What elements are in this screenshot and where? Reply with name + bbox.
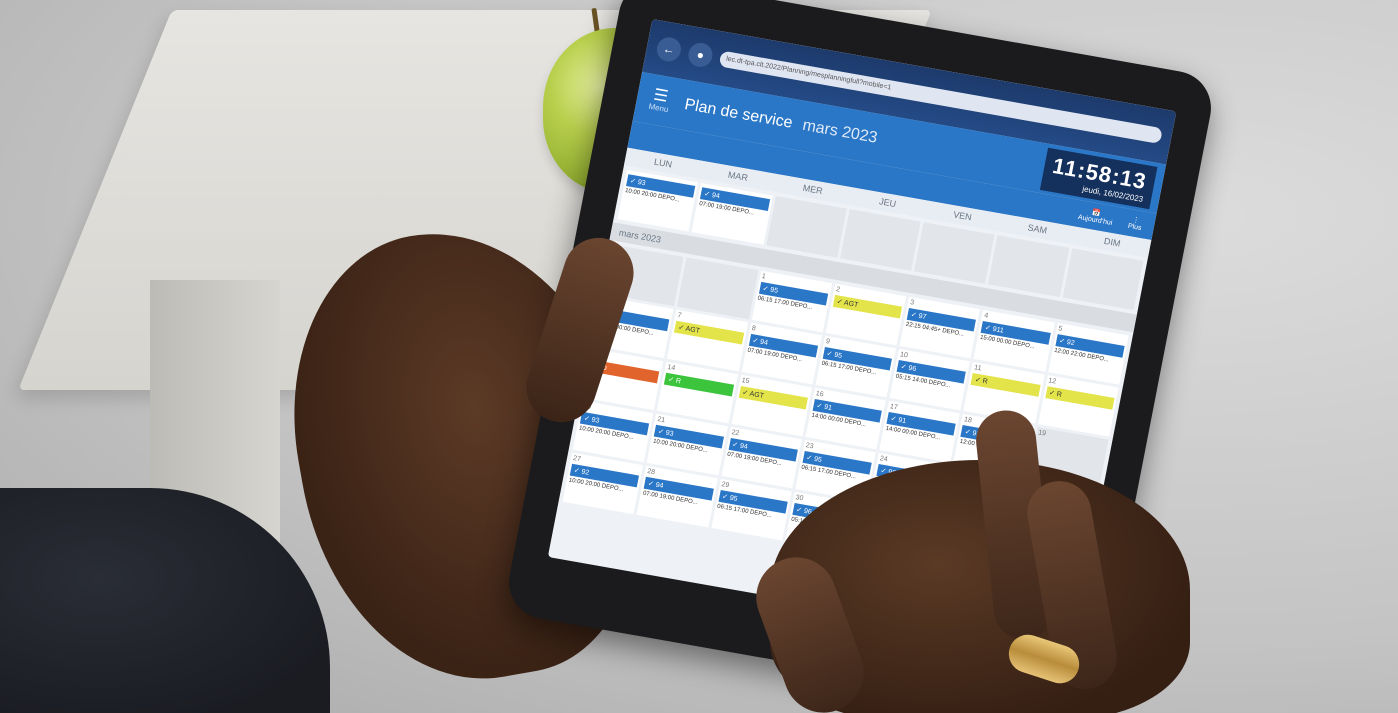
calendar-day[interactable]: ✓ 93 10:00 20:00 DEPO... [617, 169, 699, 232]
calendar-day[interactable]: 9 ✓ 95 06:15 17:00 DEPO... [815, 335, 897, 398]
more-label: Plus [1127, 222, 1143, 233]
calendar-day[interactable]: 17 ✓ 91 14:00 00:00 DEPO... [879, 400, 961, 463]
calendar-day[interactable]: 29 ✓ 95 06:15 17:00 DEPO... [710, 478, 792, 541]
calendar-day[interactable]: 10 ✓ 96 05:15 14:00 DEPO... [889, 348, 971, 411]
calendar-day[interactable]: 15 ✓ AGT [731, 374, 812, 437]
calendar-day[interactable]: 3 ✓ 97 22:15 04:45+ DEPO... [899, 296, 981, 359]
calendar-day[interactable]: 8 ✓ 94 07:00 19:00 DEPO... [741, 322, 823, 385]
calendar-day[interactable]: ✓ 94 07:00 19:00 DEPO... [691, 182, 773, 245]
calendar-day [988, 235, 1070, 297]
title-text: Plan de service [683, 96, 795, 132]
calendar-day[interactable]: 1 ✓ 95 06:15 17:00 DEPO... [751, 270, 833, 333]
calendar-day[interactable]: 16 ✓ 91 14:00 00:00 DEPO... [805, 387, 887, 450]
calendar-day [840, 209, 921, 271]
calendar-day[interactable]: 27 ✓ 92 10:00 20:00 DEPO... [562, 452, 644, 515]
calendar-day[interactable]: 7 ✓ AGT [667, 309, 748, 372]
calendar-day[interactable]: 5 ✓ 92 12:00 22:00 DEPO... [1047, 322, 1129, 385]
calendar-day[interactable]: 4 ✓ 911 15:00 00:00 DEPO... [973, 309, 1055, 372]
back-icon[interactable]: ← [654, 35, 684, 64]
calendar-day[interactable]: 2 ✓ AGT [825, 283, 907, 346]
calendar-day [1062, 248, 1144, 311]
title-month: mars 2023 [801, 116, 879, 147]
calendar-day [914, 222, 995, 284]
more-button[interactable]: ⋮ Plus [1120, 209, 1151, 238]
calendar-day[interactable]: 28 ✓ 94 07:00 19:00 DEPO... [636, 465, 718, 528]
calendar-day[interactable]: 12 ✓ R [1037, 375, 1119, 437]
calendar-day[interactable]: 14 ✓ R [657, 361, 738, 424]
calendar-day[interactable]: 21 ✓ 93 10:00 20:00 DEPO... [646, 413, 728, 476]
calendar-day[interactable]: 22 ✓ 94 07:00 19:00 DEPO... [721, 426, 802, 489]
photo-scene: ← ● lec.dt-tpa.clt.2022/Planning/mesplan… [0, 0, 1398, 713]
user-icon[interactable]: ● [686, 41, 715, 69]
menu-button[interactable]: ☰ Menu [643, 86, 677, 115]
calendar-day [765, 196, 847, 258]
calendar-day [677, 257, 758, 320]
